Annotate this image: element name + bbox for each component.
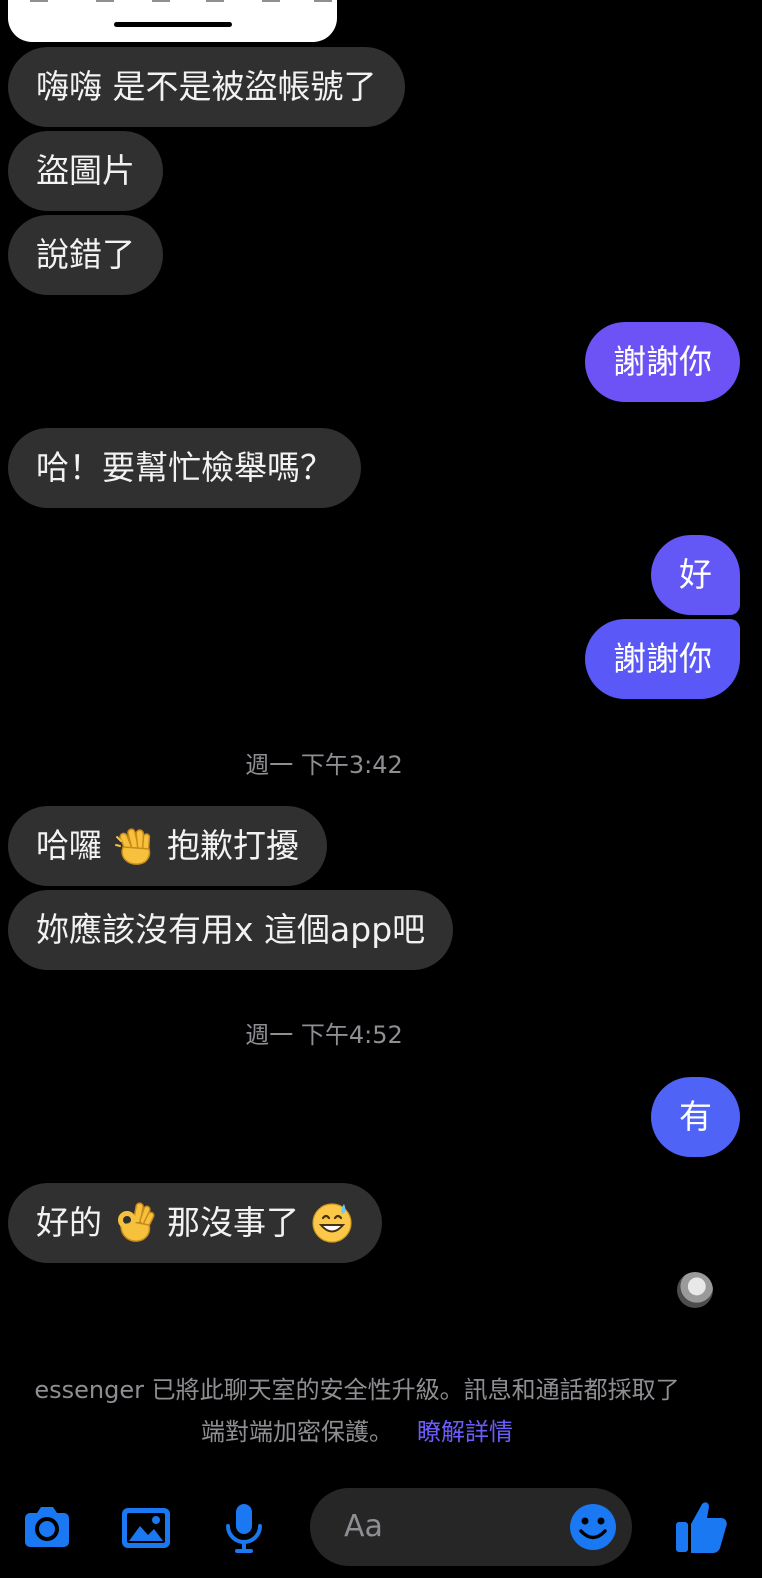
- timestamp: 週一 下午3:42: [245, 751, 403, 779]
- sheet-icon: [96, 0, 114, 2]
- message-text: 那沒事了: [167, 1203, 299, 1242]
- message-outgoing[interactable]: 謝謝你: [585, 619, 740, 699]
- message-outgoing[interactable]: 有: [651, 1077, 740, 1157]
- message-input[interactable]: Aa: [310, 1488, 632, 1566]
- timestamp: 週一 下午4:52: [245, 1021, 403, 1049]
- emoji-icon[interactable]: [568, 1502, 618, 1552]
- thumbs-up-icon[interactable]: [674, 1496, 730, 1556]
- message-incoming[interactable]: 盜圖片: [8, 131, 163, 211]
- sheet-icon: [262, 0, 280, 2]
- sheet-grabber[interactable]: [114, 22, 232, 27]
- message-incoming[interactable]: 哈囉 抱歉打擾: [8, 806, 327, 886]
- message-incoming[interactable]: 嗨嗨 是不是被盜帳號了: [8, 47, 405, 127]
- message-text: 哈囉: [36, 826, 102, 865]
- message-incoming[interactable]: 好的 那沒事了: [8, 1183, 382, 1263]
- camera-icon[interactable]: [19, 1500, 75, 1556]
- sheet-icon: [30, 0, 48, 2]
- microphone-icon[interactable]: [216, 1500, 272, 1556]
- read-receipt-avatar: [677, 1272, 713, 1308]
- message-input-placeholder: Aa: [344, 1509, 383, 1544]
- sheet-icons-row: [24, 0, 332, 2]
- sheet-icon: [314, 0, 332, 2]
- message-incoming[interactable]: 妳應該沒有用x 這個app吧: [8, 890, 454, 970]
- encryption-notice-text: 端對端加密保護。: [201, 1418, 393, 1446]
- encryption-notice-line2: 端對端加密保護。 瞭解詳情: [0, 1412, 724, 1447]
- sheet-icon: [206, 0, 224, 2]
- message-outgoing[interactable]: 好: [651, 535, 740, 615]
- waving-hand-icon: [114, 827, 150, 865]
- bottom-sheet-edge: [8, 0, 337, 42]
- encryption-notice-line1: essenger 已將此聊天室的安全性升級。訊息和通話都採取了: [34, 1376, 680, 1404]
- image-icon[interactable]: [118, 1500, 174, 1556]
- message-composer: Aa: [0, 1488, 762, 1568]
- message-incoming[interactable]: 說錯了: [8, 215, 163, 295]
- message-text: 抱歉打擾: [167, 826, 299, 865]
- learn-more-link[interactable]: 瞭解詳情: [417, 1418, 513, 1446]
- message-text: 好的: [36, 1203, 102, 1242]
- ok-hand-icon: [117, 1201, 155, 1242]
- sheet-icon: [152, 0, 170, 2]
- grinning-sweat-icon: [311, 1202, 352, 1243]
- message-incoming[interactable]: 哈！要幫忙檢舉嗎？: [8, 428, 361, 508]
- message-outgoing[interactable]: 謝謝你: [585, 322, 740, 402]
